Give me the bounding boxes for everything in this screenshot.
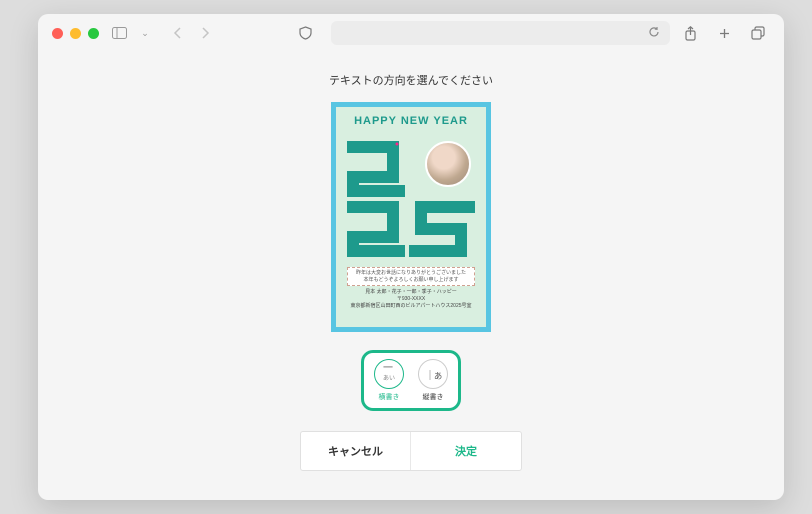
reload-icon[interactable] — [648, 26, 660, 41]
card-sender-info: 見本 太郎・花子・一郎・季子・ハッピー 〒930-XXXX 東京都新宿区山田町西… — [350, 289, 471, 310]
year-graphic — [341, 129, 481, 269]
confirm-button[interactable]: 決定 — [411, 432, 521, 470]
forward-icon[interactable] — [193, 22, 217, 44]
chevron-down-icon[interactable]: ⌄ — [139, 22, 151, 44]
minimize-icon[interactable] — [70, 28, 81, 39]
sender-names: 見本 太郎・花子・一郎・季子・ハッピー — [350, 289, 471, 296]
close-icon[interactable] — [52, 28, 63, 39]
maximize-icon[interactable] — [88, 28, 99, 39]
choice-horizontal-label: 横書き — [379, 392, 400, 402]
dialog-buttons: キャンセル 決定 — [300, 431, 522, 471]
card-preview: HAPPY NEW YEAR — [331, 102, 491, 332]
sender-address: 東京都新宿区山田町西のビルアパートハウス2025号室 — [350, 303, 471, 310]
choice-vertical-label: 縦書き — [423, 392, 444, 402]
titlebar: ⌄ — [38, 14, 784, 52]
dialog-prompt: テキストの方向を選んでください — [329, 72, 493, 88]
card-message: 昨年は大変お世話になりありがとうございました 本年もどうぞよろしくお願い申し上げ… — [347, 267, 475, 286]
sender-postal: 〒930-XXXX — [350, 296, 471, 303]
choice-horizontal[interactable]: 横書き — [374, 359, 404, 402]
share-icon[interactable] — [678, 22, 702, 44]
choice-vertical[interactable]: ｜ぁ 縦書き — [418, 359, 448, 402]
vertical-icon: ｜ぁ — [418, 359, 448, 389]
new-tab-icon[interactable] — [712, 22, 736, 44]
back-icon[interactable] — [165, 22, 189, 44]
sidebar-toggle-icon[interactable] — [107, 22, 131, 44]
address-bar[interactable] — [331, 21, 670, 45]
message-line-2: 本年もどうぞよろしくお願い申し上げます — [349, 277, 473, 284]
card-heading: HAPPY NEW YEAR — [354, 115, 468, 127]
shield-icon[interactable] — [293, 22, 317, 44]
cancel-button[interactable]: キャンセル — [301, 432, 411, 470]
window-controls — [52, 28, 99, 39]
tabs-icon[interactable] — [746, 22, 770, 44]
message-line-1: 昨年は大変お世話になりありがとうございました — [349, 270, 473, 277]
direction-chooser: 横書き ｜ぁ 縦書き — [361, 350, 461, 411]
horizontal-icon — [374, 359, 404, 389]
photo-placeholder — [425, 141, 471, 187]
